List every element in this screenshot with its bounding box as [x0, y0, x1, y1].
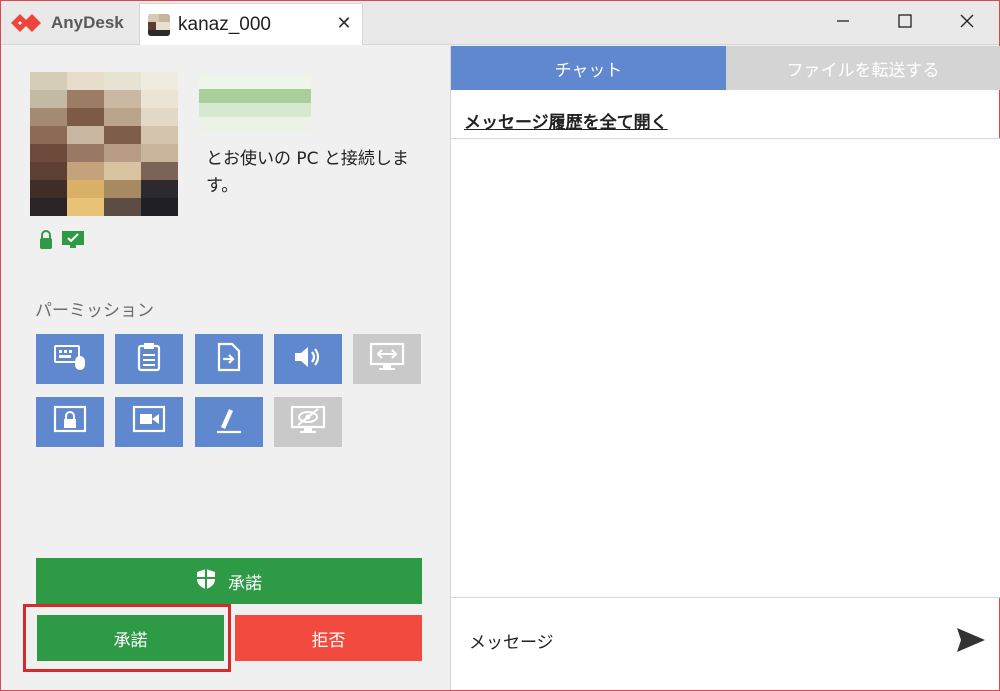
maximize-button[interactable]: [875, 1, 935, 45]
title-bar: AnyDesk kanaz_000 ✕: [1, 1, 999, 45]
chat-panel: チャット ファイルを転送する メッセージ履歴を全て開く: [450, 46, 1000, 690]
file-transfer-icon: [216, 342, 242, 376]
session-tab[interactable]: kanaz_000 ✕: [139, 3, 363, 45]
tab-close-icon[interactable]: ✕: [334, 14, 354, 34]
uac-shield-icon: [196, 568, 216, 595]
maximize-icon: [897, 13, 913, 33]
permission-switch-sides[interactable]: [353, 334, 421, 384]
chat-message-area: [451, 139, 1000, 597]
tab-title: kanaz_000: [178, 13, 271, 35]
permission-clipboard[interactable]: [115, 334, 183, 384]
tab-chat[interactable]: チャット: [451, 46, 726, 90]
open-message-history-link[interactable]: メッセージ履歴を全て開く: [464, 108, 668, 133]
permission-draw[interactable]: [195, 397, 263, 447]
permission-lock-screen[interactable]: [36, 397, 104, 447]
tab-file-transfer[interactable]: ファイルを転送する: [726, 46, 1000, 90]
reject-button[interactable]: 拒否: [235, 615, 422, 661]
status-icons: [39, 230, 85, 254]
keyboard-mouse-icon: [53, 342, 87, 376]
lock-screen-icon: [53, 405, 87, 439]
minimize-icon: [835, 13, 851, 33]
incoming-request-panel: とお使いの PC と接続します。 パーミッション 承諾 承諾 拒否: [1, 46, 450, 690]
app-name: AnyDesk: [51, 13, 124, 32]
app-brand: AnyDesk: [9, 9, 124, 37]
close-icon: [959, 13, 975, 33]
sound-icon: [293, 344, 323, 374]
permissions-title: パーミッション: [35, 301, 154, 321]
anydesk-window: AnyDesk kanaz_000 ✕ とお使いの PC と接続します。 パーミ…: [0, 0, 1000, 691]
anydesk-logo-icon: [9, 9, 43, 37]
chat-tabs: チャット ファイルを転送する: [451, 46, 1000, 90]
screen-verified-icon: [61, 230, 85, 254]
draw-icon: [214, 405, 244, 439]
send-button[interactable]: [953, 624, 989, 660]
close-window-button[interactable]: [937, 1, 997, 45]
accept-button[interactable]: 承諾: [37, 615, 224, 661]
message-input[interactable]: [451, 598, 951, 688]
permission-keyboard-mouse[interactable]: [36, 334, 104, 384]
tab-avatar: [148, 13, 170, 36]
remote-user-avatar: [30, 72, 178, 216]
accept-elevated-button[interactable]: 承諾: [36, 558, 422, 604]
permission-file-transfer[interactable]: [195, 334, 263, 384]
switch-sides-icon: [369, 342, 405, 376]
record-session-icon: [132, 405, 166, 439]
privacy-mode-icon: [290, 405, 326, 439]
lock-icon: [39, 230, 53, 254]
connection-message: とお使いの PC と接続します。: [206, 149, 409, 196]
permissions-grid: [36, 334, 426, 452]
clipboard-icon: [136, 342, 162, 376]
minimize-button[interactable]: [813, 1, 873, 45]
local-user-avatar: [199, 75, 311, 131]
accept-elevated-label: 承諾: [228, 573, 262, 594]
permission-record-session[interactable]: [115, 397, 183, 447]
permission-privacy-mode[interactable]: [274, 397, 342, 447]
permission-sound[interactable]: [274, 334, 342, 384]
send-icon: [955, 626, 987, 658]
